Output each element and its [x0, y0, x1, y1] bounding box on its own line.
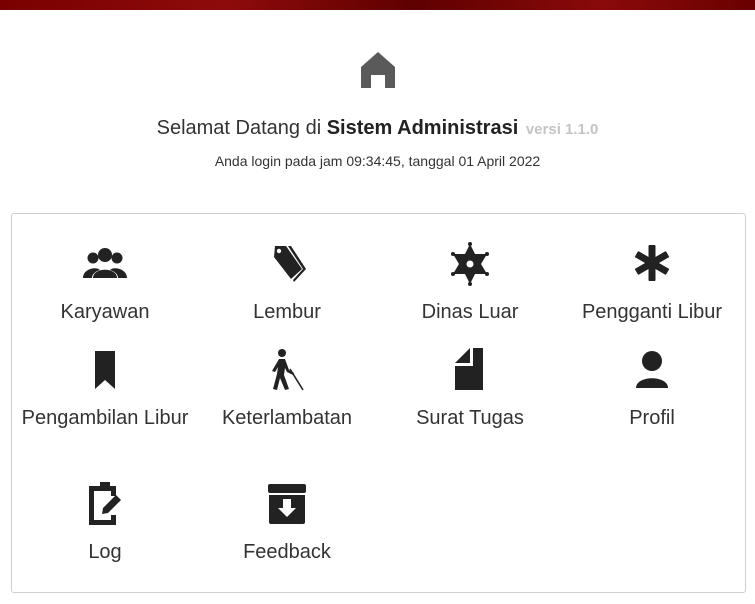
tags-icon: [274, 246, 306, 282]
user-icon: [636, 351, 668, 388]
bookmark-icon: [95, 351, 115, 389]
menu-label: Log: [88, 541, 122, 563]
menu-item-feedback[interactable]: Feedback: [196, 482, 378, 566]
welcome-prefix: Selamat Datang di: [156, 117, 322, 139]
menu-label: Lembur: [253, 301, 321, 323]
menu-label: Pengambilan Libur: [21, 407, 189, 429]
asterisk-icon: [635, 245, 669, 281]
menu-label: Karyawan: [60, 301, 150, 323]
menu-label: Surat Tugas: [416, 407, 524, 429]
menu-item-profil[interactable]: Profil: [561, 348, 743, 432]
menu-label: Dinas Luar: [421, 301, 519, 323]
menu-label: Keterlambatan: [221, 407, 353, 429]
menu-item-pengganti-libur[interactable]: Pengganti Libur: [561, 242, 743, 326]
archive-download-icon: [268, 484, 306, 524]
app-name: Sistem Administrasi: [326, 117, 519, 139]
menu-item-karyawan[interactable]: Karyawan: [14, 242, 196, 326]
blind-walking-icon: [272, 349, 304, 391]
menu-item-log[interactable]: Log: [14, 482, 196, 566]
clipboard-edit-icon: [89, 482, 121, 525]
document-icon: [455, 348, 483, 390]
menu-item-pengambilan-libur[interactable]: Pengambilan Libur: [14, 348, 196, 432]
menu-item-lembur[interactable]: Lembur: [196, 242, 378, 326]
top-banner: [0, 0, 755, 10]
home-icon: [361, 52, 395, 88]
menu-label: Pengganti Libur: [581, 301, 723, 323]
menu-item-keterlambatan[interactable]: Keterlambatan: [196, 348, 378, 432]
login-info: Anda login pada jam 09:34:45, tanggal 01…: [214, 153, 541, 169]
version-label: versi 1.1.0: [525, 121, 599, 138]
welcome-heading: Selamat Datang di Sistem Administrasi ve…: [0, 117, 755, 140]
menu-panel: Karyawan Lembur Dinas Luar Pengganti Lib…: [11, 213, 746, 593]
menu-item-dinas-luar[interactable]: Dinas Luar: [379, 242, 561, 326]
users-icon: [83, 248, 127, 278]
menu-item-surat-tugas[interactable]: Surat Tugas: [379, 348, 561, 432]
menu-label: Feedback: [243, 541, 331, 563]
sheriff-star-icon: [451, 242, 489, 286]
menu-label: Profil: [629, 407, 675, 429]
